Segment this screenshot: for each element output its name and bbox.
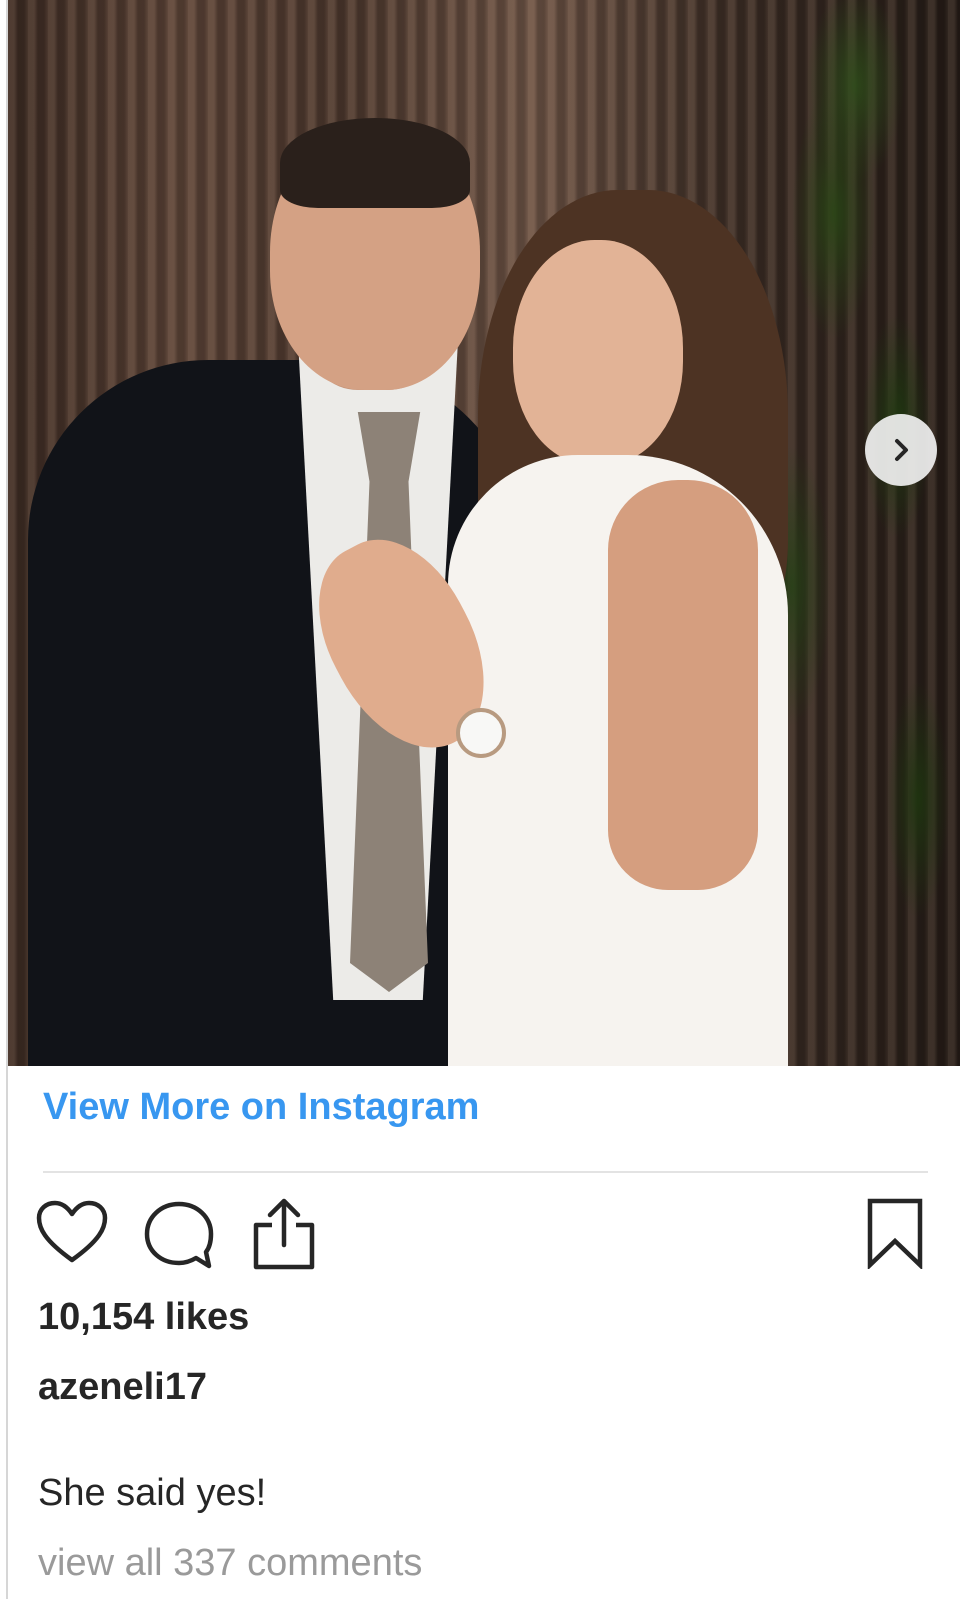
divider xyxy=(43,1171,928,1173)
photo-man-hair xyxy=(280,118,470,208)
likes-count[interactable]: 10,154 likes xyxy=(38,1296,249,1339)
comment-icon[interactable] xyxy=(143,1200,215,1270)
carousel-next-button[interactable] xyxy=(865,414,937,486)
view-comments-link[interactable]: view all 337 comments xyxy=(38,1542,422,1585)
share-icon[interactable] xyxy=(250,1197,318,1271)
post-photo[interactable] xyxy=(8,0,960,1066)
post-caption: She said yes! xyxy=(38,1472,267,1514)
post-username[interactable]: azeneli17 xyxy=(38,1366,207,1409)
bookmark-icon[interactable] xyxy=(866,1197,924,1269)
heart-icon[interactable] xyxy=(36,1200,108,1266)
photo-woman-face xyxy=(513,240,683,465)
instagram-embed: View More on Instagram 10,154 likes azen… xyxy=(0,0,960,1599)
chevron-right-icon xyxy=(895,439,908,461)
photo-woman-arm xyxy=(608,480,758,890)
photo-watch xyxy=(456,708,506,758)
view-more-link[interactable]: View More on Instagram xyxy=(43,1086,479,1129)
